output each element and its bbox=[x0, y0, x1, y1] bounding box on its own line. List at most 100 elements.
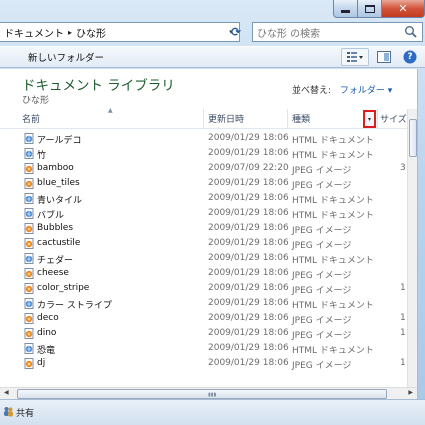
file-row[interactable]: アールデコ 2009/01/29 18:06 HTML ドキュメント bbox=[0, 131, 417, 146]
column-divider[interactable] bbox=[377, 109, 378, 129]
html-document-icon bbox=[24, 208, 34, 219]
share-users-icon bbox=[4, 407, 13, 417]
scroll-right-arrow-icon[interactable]: ▶ bbox=[408, 389, 413, 396]
jpeg-image-icon bbox=[24, 283, 34, 294]
html-document-icon bbox=[24, 343, 34, 354]
vertical-scrollbar[interactable] bbox=[407, 109, 417, 387]
breadcrumb-templates[interactable]: ひな形 bbox=[76, 25, 106, 40]
html-document-icon bbox=[24, 253, 34, 264]
file-name: cheese bbox=[37, 268, 69, 278]
grip-icon: ▮▮▮ bbox=[208, 392, 217, 398]
file-row[interactable]: blue_tiles 2009/01/29 18:06 JPEG イメージ bbox=[0, 176, 417, 191]
column-header-name[interactable]: 名前 bbox=[22, 112, 40, 126]
search-icon[interactable] bbox=[404, 25, 418, 39]
file-row[interactable]: dj 2009/01/29 18:06 JPEG イメージ 1 bbox=[0, 356, 417, 371]
library-subtitle: ひな形 bbox=[22, 96, 50, 106]
file-row[interactable]: 恐竜 2009/01/29 18:06 HTML ドキュメント bbox=[0, 341, 417, 356]
arrange-by-dropdown[interactable]: フォルダー ▾ bbox=[340, 86, 392, 96]
file-row[interactable]: dino 2009/01/29 18:06 JPEG イメージ 1 bbox=[0, 326, 417, 341]
file-row[interactable]: cheese 2009/01/29 18:06 JPEG イメージ bbox=[0, 266, 417, 281]
file-date: 2009/01/29 18:06 bbox=[208, 328, 289, 338]
file-type: HTML ドキュメント bbox=[292, 256, 374, 266]
column-header-type[interactable]: 種類 bbox=[292, 112, 310, 126]
file-type: HTML ドキュメント bbox=[292, 196, 374, 206]
file-size: 1 bbox=[400, 328, 406, 338]
file-date: 2009/01/29 18:06 bbox=[208, 148, 289, 158]
search-input[interactable]: ひな形 の検索 bbox=[252, 22, 423, 42]
horizontal-scroll-thumb[interactable]: ▮▮▮ bbox=[17, 389, 387, 399]
horizontal-scrollbar[interactable]: ◀ ▮▮▮ ▶ bbox=[0, 387, 417, 399]
preview-pane-button[interactable] bbox=[373, 48, 395, 66]
file-row[interactable]: カラー ストライプ 2009/01/29 18:06 HTML ドキュメント bbox=[0, 296, 417, 311]
file-date: 2009/01/29 18:06 bbox=[208, 283, 289, 293]
type-filter-dropdown-button[interactable]: ▾ bbox=[363, 110, 376, 128]
file-row[interactable]: 青いタイル 2009/01/29 18:06 HTML ドキュメント bbox=[0, 191, 417, 206]
jpeg-image-icon bbox=[24, 268, 34, 279]
file-name: color_stripe bbox=[37, 283, 90, 293]
file-size: 3 bbox=[400, 163, 406, 173]
file-date: 2009/01/29 18:06 bbox=[208, 313, 289, 323]
file-row[interactable]: 竹 2009/01/29 18:06 HTML ドキュメント bbox=[0, 146, 417, 161]
file-type: HTML ドキュメント bbox=[292, 346, 374, 356]
share-status-label: 共有 bbox=[16, 409, 35, 419]
breadcrumb-documents[interactable]: ドキュメント bbox=[4, 25, 64, 40]
column-divider[interactable] bbox=[203, 109, 204, 129]
file-date: 2009/01/29 18:06 bbox=[208, 133, 289, 143]
file-type: JPEG イメージ bbox=[292, 271, 352, 281]
column-divider[interactable] bbox=[287, 109, 288, 129]
file-row[interactable]: deco 2009/01/29 18:06 JPEG イメージ 1 bbox=[0, 311, 417, 326]
jpeg-image-icon bbox=[24, 238, 34, 249]
command-bar: 新しいフォルダー ? bbox=[0, 46, 425, 68]
file-row[interactable]: cactustile 2009/01/29 18:06 JPEG イメージ bbox=[0, 236, 417, 251]
help-button[interactable]: ? bbox=[399, 48, 421, 66]
file-type: JPEG イメージ bbox=[292, 361, 352, 371]
file-row[interactable]: バブル 2009/01/29 18:06 HTML ドキュメント bbox=[0, 206, 417, 221]
column-header-size[interactable]: サイズ bbox=[380, 112, 407, 126]
file-row[interactable]: bamboo 2009/07/09 22:20 JPEG イメージ 3 bbox=[0, 161, 417, 176]
file-name: Bubbles bbox=[37, 223, 74, 233]
maximize-button[interactable] bbox=[357, 0, 381, 18]
file-row[interactable]: チェダー 2009/01/29 18:06 HTML ドキュメント bbox=[0, 251, 417, 266]
file-type: HTML ドキュメント bbox=[292, 301, 374, 311]
file-rows: アールデコ 2009/01/29 18:06 HTML ドキュメント竹 2009/01… bbox=[0, 131, 417, 371]
address-bar[interactable]: ドキュメント ▸ ひな形 ▾ bbox=[0, 22, 240, 42]
file-name: 青いタイル bbox=[37, 196, 83, 206]
file-size: 1 bbox=[400, 283, 406, 293]
file-name: 恐竜 bbox=[37, 346, 56, 356]
file-date: 2009/01/29 18:06 bbox=[208, 253, 289, 263]
status-bar: 共有 bbox=[0, 399, 425, 425]
file-row[interactable]: Bubbles 2009/01/29 18:06 JPEG イメージ bbox=[0, 221, 417, 236]
scroll-left-arrow-icon[interactable]: ◀ bbox=[4, 389, 9, 396]
html-document-icon bbox=[24, 133, 34, 144]
sort-ascending-icon: ▲ bbox=[108, 107, 113, 114]
address-row: ドキュメント ▸ ひな形 ▾ ⟳ ひな形 の検索 bbox=[0, 20, 425, 44]
jpeg-image-icon bbox=[24, 178, 34, 189]
change-view-button[interactable] bbox=[341, 48, 369, 66]
file-type: JPEG イメージ bbox=[292, 316, 352, 326]
file-name: チェダー bbox=[37, 256, 74, 266]
file-name: アールデコ bbox=[37, 136, 82, 146]
close-button[interactable]: ✕ bbox=[381, 0, 425, 18]
file-name: カラー ストライプ bbox=[37, 301, 112, 311]
arrange-by: 並べ替え: フォルダー ▾ bbox=[292, 83, 392, 96]
jpeg-image-icon bbox=[24, 163, 34, 174]
minimize-button[interactable] bbox=[333, 0, 357, 18]
chevron-down-icon: ▾ bbox=[367, 115, 371, 123]
maximize-icon bbox=[364, 4, 375, 13]
refresh-icon: ⟳ bbox=[230, 25, 242, 39]
file-type: JPEG イメージ bbox=[292, 241, 352, 251]
file-name: バブル bbox=[37, 211, 65, 221]
file-date: 2009/01/29 18:06 bbox=[208, 238, 289, 248]
file-name: blue_tiles bbox=[37, 178, 80, 188]
vertical-scroll-thumb[interactable] bbox=[409, 119, 417, 157]
new-folder-button[interactable]: 新しいフォルダー bbox=[20, 50, 112, 64]
preview-pane-icon bbox=[377, 51, 391, 63]
file-row[interactable]: color_stripe 2009/01/29 18:06 JPEG イメージ 1 bbox=[0, 281, 417, 296]
column-header-date[interactable]: 更新日時 bbox=[208, 112, 244, 126]
minimize-icon bbox=[341, 9, 350, 13]
jpeg-image-icon bbox=[24, 328, 34, 339]
jpeg-image-icon bbox=[24, 313, 34, 324]
breadcrumb-separator-icon[interactable]: ▸ bbox=[68, 28, 72, 37]
refresh-button[interactable]: ⟳ bbox=[226, 22, 246, 42]
jpeg-image-icon bbox=[24, 358, 34, 369]
